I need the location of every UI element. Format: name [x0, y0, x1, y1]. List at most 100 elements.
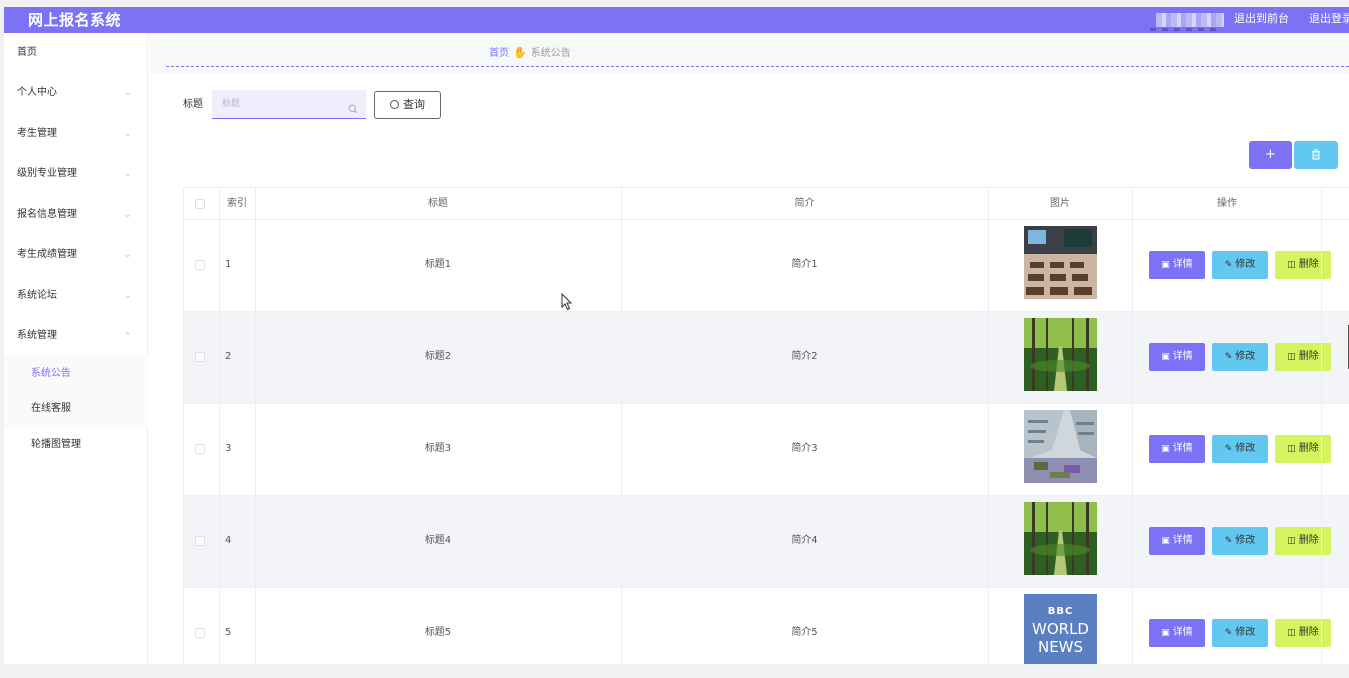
trash-icon: ◫	[1287, 628, 1296, 638]
world-logo-text: WORLD	[1032, 620, 1089, 638]
document-icon: ▣	[1161, 536, 1170, 546]
row-intro: 简介5	[791, 627, 818, 638]
row-title: 标题1	[424, 259, 452, 270]
detail-label: 详情	[1172, 259, 1193, 270]
sidebar-subitem-online-service[interactable]: 在线客服	[31, 402, 71, 416]
search-field[interactable]	[212, 90, 366, 119]
detail-button[interactable]: ▣ 详情	[1149, 343, 1205, 371]
breadcrumb: 首页 ✋ 系统公告	[489, 47, 571, 60]
batch-delete-button[interactable]	[1294, 141, 1338, 169]
table-row: 5 标题5 简介5 BBC WORLD NEWS ▣ 详情 ✎ 修改 ◫ 删除	[183, 588, 1349, 664]
row-checkbox[interactable]	[195, 536, 205, 546]
breadcrumb-home[interactable]: 首页	[489, 48, 509, 59]
main-content: 首页 ✋系统公告 标题 查询 + 索引 标题 简介 图片 操作	[149, 33, 1349, 664]
blurred-username	[1156, 13, 1224, 27]
row-checkbox[interactable]	[195, 444, 205, 454]
edit-button[interactable]: ✎ 修改	[1212, 527, 1268, 555]
column-divider	[255, 188, 256, 664]
row-intro: 简介2	[791, 351, 818, 362]
detail-button[interactable]: ▣ 详情	[1149, 527, 1205, 555]
row-checkbox[interactable]	[195, 260, 205, 270]
column-divider	[219, 188, 220, 664]
edit-button[interactable]: ✎ 修改	[1212, 251, 1268, 279]
row-index: 3	[225, 443, 232, 454]
trash-icon	[1312, 149, 1320, 160]
delete-button[interactable]: ◫ 删除	[1275, 343, 1331, 371]
row-checkbox[interactable]	[195, 628, 205, 638]
edit-button[interactable]: ✎ 修改	[1212, 435, 1268, 463]
chevron-down-icon: ⌄	[124, 250, 132, 260]
sidebar-item-system-management[interactable]: 系统管理	[17, 329, 57, 343]
bottom-band	[0, 664, 1349, 678]
mouse-cursor-icon	[561, 293, 573, 311]
detail-label: 详情	[1172, 627, 1193, 638]
row-index: 1	[225, 259, 232, 270]
column-divider	[1132, 188, 1133, 664]
edit-label: 修改	[1235, 259, 1256, 270]
sidebar-item-examinee-management[interactable]: 考生管理	[17, 127, 57, 141]
table-header: 索引 标题 简介 图片 操作	[183, 188, 1349, 220]
detail-label: 详情	[1172, 443, 1193, 454]
delete-button[interactable]: ◫ 删除	[1275, 251, 1331, 279]
sidebar-item-score-management[interactable]: 考生成绩管理	[17, 248, 77, 262]
delete-label: 删除	[1298, 443, 1319, 454]
detail-button[interactable]: ▣ 详情	[1149, 619, 1205, 647]
chevron-down-icon: ⌄	[124, 129, 132, 139]
detail-label: 详情	[1172, 535, 1193, 546]
detail-label: 详情	[1172, 351, 1193, 362]
query-button[interactable]: 查询	[374, 91, 441, 119]
select-all-checkbox[interactable]	[195, 199, 205, 209]
document-icon: ▣	[1161, 352, 1170, 362]
delete-label: 删除	[1298, 627, 1319, 638]
classroom-image[interactable]	[1024, 226, 1097, 299]
building-image[interactable]	[1024, 410, 1097, 483]
bbc-logo-text: BBC	[1047, 606, 1074, 617]
sidebar-item-forum[interactable]: 系统论坛	[17, 289, 57, 303]
pencil-icon: ✎	[1224, 444, 1233, 454]
sidebar-item-registration-management[interactable]: 报名信息管理	[17, 208, 77, 222]
delete-button[interactable]: ◫ 删除	[1275, 435, 1331, 463]
edit-button[interactable]: ✎ 修改	[1212, 343, 1268, 371]
query-button-label: 查询	[403, 98, 425, 111]
edit-label: 修改	[1235, 627, 1256, 638]
trash-icon: ◫	[1287, 444, 1296, 454]
sidebar-subitem-carousel-management[interactable]: 轮播图管理	[31, 438, 81, 452]
table-row: 2 标题2 简介2 ▣ 详情 ✎ 修改 ◫ 删除	[183, 312, 1349, 404]
search-label: 标题	[183, 99, 203, 110]
sidebar-item-level-major-management[interactable]: 级别专业管理	[17, 167, 77, 181]
plus-icon: +	[1265, 147, 1276, 162]
announcements-table: 索引 标题 简介 图片 操作 1 标题1 简介1 ▣ 详情 ✎ 修改 ◫ 删除 …	[183, 187, 1349, 664]
app-title: 网上报名系统	[28, 11, 122, 29]
app-window: 网上报名系统 退出到前台 退出登录 首页 个人中心 ⌄ 考生管理 ⌄ 级别专业管…	[4, 7, 1349, 664]
delete-button[interactable]: ◫ 删除	[1275, 527, 1331, 555]
exit-to-front-link[interactable]: 退出到前台	[1234, 11, 1289, 27]
chevron-down-icon: ⌄	[124, 291, 132, 301]
bbc-world-news-image[interactable]: BBC WORLD NEWS	[1024, 594, 1097, 664]
pencil-icon: ✎	[1224, 352, 1233, 362]
header-image: 图片	[1050, 198, 1070, 209]
row-index: 5	[225, 627, 232, 638]
header-title: 标题	[428, 198, 448, 209]
sidebar-item-home[interactable]: 首页	[17, 46, 37, 60]
top-bar: 网上报名系统 退出到前台 退出登录	[4, 7, 1349, 33]
sidebar-subitem-announcements[interactable]: 系统公告	[31, 367, 71, 381]
logout-link[interactable]: 退出登录	[1309, 11, 1349, 27]
row-checkbox[interactable]	[195, 352, 205, 362]
chevron-up-icon: ⌃	[124, 332, 132, 342]
column-divider	[621, 188, 622, 664]
row-intro: 简介4	[791, 535, 818, 546]
forest-image[interactable]	[1024, 502, 1097, 575]
add-button[interactable]: +	[1249, 141, 1292, 169]
delete-button[interactable]: ◫ 删除	[1275, 619, 1331, 647]
sidebar-item-personal-center[interactable]: 个人中心	[17, 86, 57, 100]
search-input[interactable]	[222, 97, 342, 111]
edit-label: 修改	[1235, 443, 1256, 454]
detail-button[interactable]: ▣ 详情	[1149, 435, 1205, 463]
search-icon	[348, 99, 358, 114]
detail-button[interactable]: ▣ 详情	[1149, 251, 1205, 279]
pencil-icon: ✎	[1224, 260, 1233, 270]
forest-image[interactable]	[1024, 318, 1097, 391]
edit-button[interactable]: ✎ 修改	[1212, 619, 1268, 647]
trash-icon: ◫	[1287, 260, 1296, 270]
row-index: 2	[225, 351, 232, 362]
